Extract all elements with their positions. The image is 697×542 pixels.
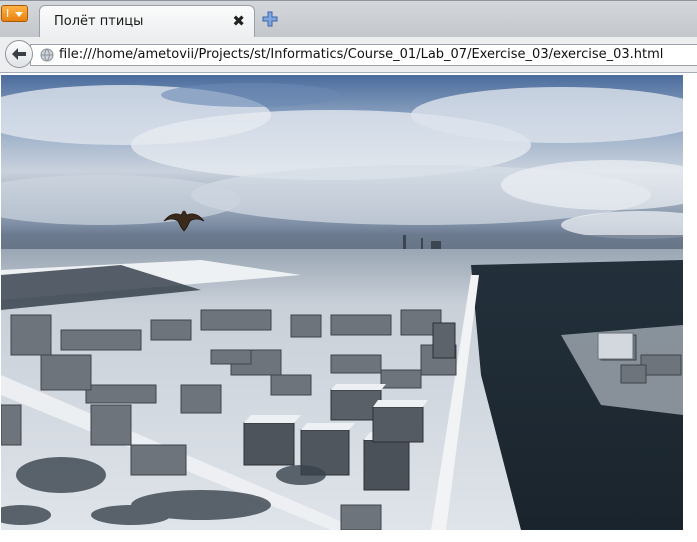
tab-title: Полёт птицы [54, 14, 144, 29]
url-text: file:///home/ametovii/Projects/st/Inform… [59, 47, 664, 62]
new-tab-button[interactable] [262, 11, 278, 27]
close-icon[interactable]: ✖ [232, 12, 245, 30]
back-button[interactable] [5, 40, 33, 68]
app-menu-glyph: I [6, 7, 10, 20]
arrow-left-icon [12, 48, 26, 60]
tab-strip: I Полёт птицы ✖ [0, 0, 697, 38]
chevron-down-icon [15, 12, 23, 17]
tab-active[interactable]: Полёт птицы ✖ [39, 5, 255, 38]
aerial-city-image [1, 75, 683, 530]
globe-icon [40, 48, 54, 62]
app-menu-button[interactable]: I [1, 5, 28, 22]
url-bar[interactable]: file:///home/ametovii/Projects/st/Inform… [30, 44, 697, 66]
page-content [0, 74, 697, 542]
navigation-bar: file:///home/ametovii/Projects/st/Inform… [0, 37, 697, 73]
